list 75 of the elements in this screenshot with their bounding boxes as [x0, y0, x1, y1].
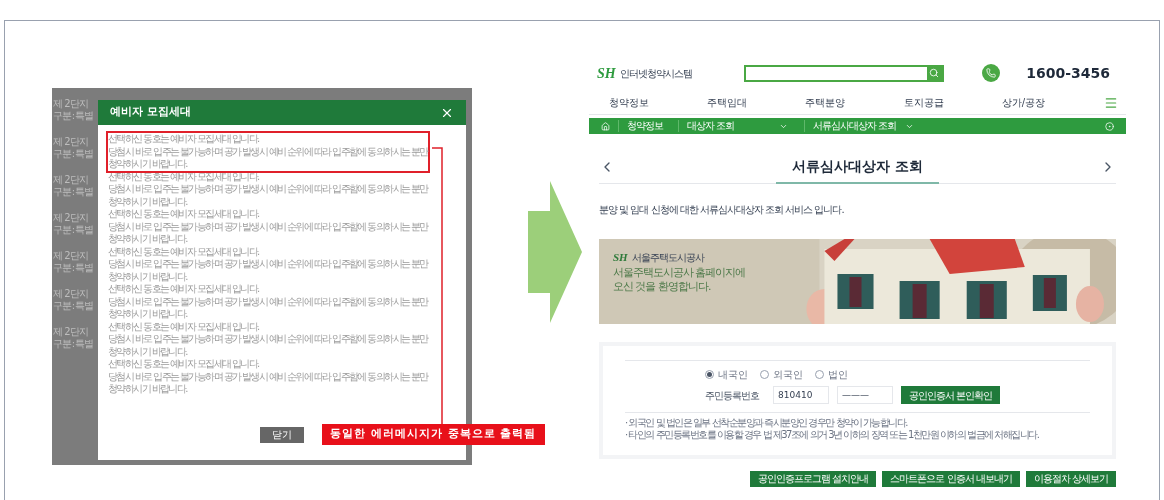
row-title: 제 2단지 [53, 326, 89, 338]
radio-option[interactable]: 법인 [815, 367, 848, 382]
dialog-title: 예비자 모집세대 [110, 104, 191, 121]
message-line: 청약하시기 바랍니다. [108, 270, 189, 283]
row-subtitle: 구분 : 특별 [53, 300, 94, 312]
message-line: 선택하신 동호는 예비자 모집세대 입니다. [108, 208, 260, 221]
nav-item[interactable]: 주택분양 [785, 95, 884, 110]
auth-button[interactable]: 공인인증서 본인확인 [901, 386, 1001, 404]
banner-logo-mark: SH [613, 250, 628, 265]
search-icon [929, 68, 940, 78]
row-title: 제 2단지 [53, 212, 89, 224]
row-subtitle: 구분 : 특별 [53, 224, 94, 236]
message-line: 청약하시기 바랍니다. [108, 345, 189, 358]
message-line: 선택하신 동호는 예비자 모집세대 입니다. [108, 320, 260, 333]
message-line: 청약하시기 바랍니다. [108, 233, 189, 246]
message-line: 당첨시 바로 입주는 불가능하며 공가 발생시 예비 순위에 따라 입주함에 동의하시는 분만 [108, 183, 428, 196]
menu-icon[interactable] [1104, 95, 1118, 110]
field-label: 주민등록번호 [705, 388, 760, 403]
page-description: 분양 및 임대 신청에 대한 서류심사대상자 조회 서비스 입니다. [599, 203, 845, 217]
message-line: 당첨시 바로 입주는 불가능하며 공가 발생시 예비 순위에 따라 입주함에 동의하시는 분만 [108, 220, 428, 233]
action-button[interactable]: 스마트폰으로 인증서 내보내기 [882, 471, 1020, 487]
row-subtitle: 구분 : 특별 [53, 262, 94, 274]
search-button[interactable] [926, 66, 942, 80]
action-button[interactable]: 이용절차 상세보기 [1025, 471, 1116, 487]
logo-mark: SH [597, 64, 616, 83]
search-field[interactable] [743, 64, 944, 82]
circle-icon[interactable] [1105, 121, 1114, 131]
row-title: 제 2단지 [53, 136, 89, 148]
input-field[interactable]: 810410 [773, 386, 829, 404]
breadcrumb-item[interactable]: 서류심사대상자 조회 [804, 120, 922, 132]
row-title: 제 2단지 [53, 250, 89, 262]
radio-option[interactable]: 내국인 [705, 367, 748, 382]
welcome-text: 오신 것을 환영합니다. [613, 279, 712, 294]
close-button[interactable]: 닫기 [260, 427, 304, 443]
message-line: 선택하신 동호는 예비자 모집세대 입니다. [108, 283, 260, 296]
phone-number: 1600-3456 [1026, 63, 1110, 83]
action-button[interactable]: 공인인증프로그램 설치안내 [750, 471, 877, 487]
row-subtitle: 구분 : 특별 [53, 148, 94, 160]
message-line: 선택하신 동호는 예비자 모집세대 입니다. [108, 133, 260, 146]
message-line: 선택하신 동호는 예비자 모집세대 입니다. [108, 170, 260, 183]
nav-item[interactable]: 청약정보 [589, 95, 688, 110]
notice-text: · 외국인 및 법인은 일부 선착순분양과 즉시분양인 경우만 청약이 가능합니다. [625, 417, 909, 429]
message-line: 청약하시기 바랍니다. [108, 383, 189, 396]
input-field[interactable]: ——— [837, 386, 893, 404]
logo-text: 인터넷청약시스템 [619, 66, 692, 81]
nav-item[interactable]: 주택임대 [687, 95, 786, 110]
arrow-icon [528, 181, 582, 323]
page-title: 서류심사대상자 조회 [776, 149, 939, 184]
message-line: 청약하시기 바랍니다. [108, 195, 189, 208]
message-line: 선택하신 동호는 예비자 모집세대 입니다. [108, 358, 260, 371]
radio-option[interactable]: 외국인 [760, 367, 803, 382]
message-line: 당첨시 바로 입주는 불가능하며 공가 발생시 예비 순위에 따라 입주함에 동의하시는 분만 [108, 295, 428, 308]
message-line: 청약하시기 바랍니다. [108, 308, 189, 321]
message-line: 당첨시 바로 입주는 불가능하며 공가 발생시 예비 순위에 따라 입주함에 동의하시는 분만 [108, 333, 428, 346]
row-title: 제 2단지 [53, 288, 89, 300]
banner-logo-text: 서울주택도시공사 [631, 250, 704, 265]
message-line: 선택하신 동호는 예비자 모집세대 입니다. [108, 245, 260, 258]
row-subtitle: 구분 : 특별 [53, 186, 94, 198]
phone-icon [985, 68, 996, 78]
nav-item[interactable]: 토지공급 [883, 95, 982, 110]
row-subtitle: 구분 : 특별 [53, 338, 94, 350]
message-line: 당첨시 바로 입주는 불가능하며 공가 발생시 예비 순위에 따라 입주함에 동의하시는 분만 [108, 145, 428, 158]
annotation-label: 동일한 에러메시지가 중복으로 출력됨 [322, 424, 545, 445]
home-icon[interactable] [601, 121, 610, 131]
row-subtitle: 구분 : 특별 [53, 110, 94, 122]
breadcrumb-item[interactable]: 청약정보 [618, 120, 670, 132]
breadcrumb-item[interactable]: 대상자 조회 [678, 120, 796, 132]
message-line: 당첨시 바로 입주는 불가능하며 공가 발생시 예비 순위에 따라 입주함에 동의하시는 분만 [108, 370, 428, 383]
nav-item[interactable]: 상가/공장 [981, 95, 1080, 110]
message-line: 청약하시기 바랍니다. [108, 158, 189, 171]
welcome-text: 서울주택도시공사 홈페이지에 [613, 265, 746, 280]
row-title: 제 2단지 [53, 98, 89, 110]
row-title: 제 2단지 [53, 174, 89, 186]
notice-text: · 타인의 주민등록번호를 이용할 경우 법 제37조에 의거 3년 이하의 징역 또는 1천만원 이하의 벌금에 처해집니다. [625, 429, 1040, 441]
message-line: 당첨시 바로 입주는 불가능하며 공가 발생시 예비 순위에 따라 입주함에 동의하시는 분만 [108, 258, 428, 271]
